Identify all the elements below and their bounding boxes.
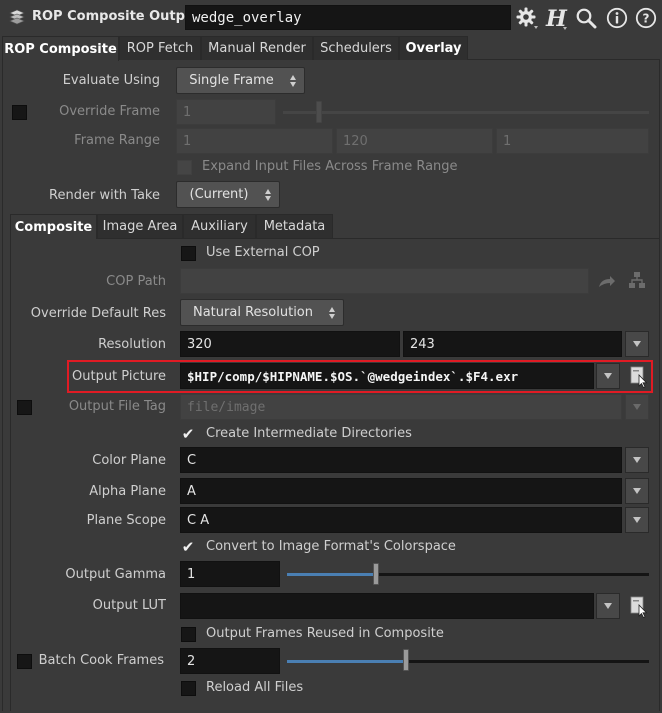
rop-node-icon [6,6,28,28]
color-plane-label: Color Plane [92,453,166,468]
expand-input-label: Expand Input Files Across Frame Range [202,159,458,174]
override-res-value: Natural Resolution [192,305,313,320]
output-lut-dropdown[interactable] [596,593,620,619]
frame-range-label: Frame Range [74,133,160,148]
tab-schedulers[interactable]: Schedulers [313,36,399,60]
alpha-plane-label: Alpha Plane [89,484,166,499]
render-with-take-value: (Current) [189,187,249,202]
convert-colorspace-checkbox[interactable]: ✔ [180,540,196,555]
override-res-menu[interactable]: Natural Resolution [180,299,344,326]
houdini-help-icon[interactable]: H [542,4,570,32]
frame-range-start[interactable]: 1 [176,128,333,154]
override-frame-slider-handle[interactable] [316,101,322,123]
output-gamma-slider-handle[interactable] [373,563,379,585]
create-dirs-label: Create Intermediate Directories [206,426,412,441]
help-icon[interactable]: ? [633,5,659,31]
create-dirs-checkbox[interactable]: ✔ [180,427,196,442]
node-chooser-icon[interactable] [624,268,650,294]
tab-image-area[interactable]: Image Area [97,214,183,238]
evaluate-using-label: Evaluate Using [62,73,160,88]
file-chooser-icon[interactable] [626,363,650,389]
chevron-down-icon [633,457,641,463]
override-frame-slider-track[interactable] [283,111,649,114]
batch-cook-label: Batch Cook Frames [38,653,164,668]
output-file-tag-label: Output File Tag [68,399,166,414]
cop-path-label: COP Path [106,274,166,289]
frames-reused-checkbox[interactable] [181,627,196,642]
frames-reused-label: Output Frames Reused in Composite [206,626,444,641]
batch-cook-slider-handle[interactable] [403,649,409,671]
batch-cook-field[interactable]: 2 [180,648,280,674]
render-with-take-label: Render with Take [49,188,160,203]
output-file-tag-field[interactable]: file/image [180,394,622,420]
expand-input-checkbox[interactable] [177,160,192,175]
tab-overlay[interactable]: Overlay [399,36,468,60]
chevron-down-icon [633,517,641,523]
updown-arrows-icon [286,74,300,87]
info-icon[interactable] [604,5,630,31]
tab-composite[interactable]: Composite [10,214,97,239]
tab-rop-fetch[interactable]: ROP Fetch [119,36,201,60]
output-picture-field[interactable]: $HIP/comp/$HIPNAME.$OS.`@wedgeindex`.$F4… [180,363,594,389]
resolution-label: Resolution [98,337,166,352]
frame-range-end[interactable]: 120 [336,128,493,154]
alpha-plane-dropdown[interactable] [625,478,649,504]
use-external-cop-label: Use External COP [206,245,320,260]
output-picture-dropdown[interactable] [596,363,620,389]
output-picture-label: Output Picture [72,369,166,384]
resolution-preset-dropdown[interactable] [625,331,649,357]
output-gamma-field[interactable]: 1 [180,561,280,587]
output-lut-label: Output LUT [92,598,166,613]
chevron-down-icon [633,488,641,494]
output-gamma-slider-fill [287,573,377,576]
reload-files-label: Reload All Files [206,680,304,695]
override-frame-label: Override Frame [59,104,160,119]
plane-scope-label: Plane Scope [86,513,166,528]
chevron-down-icon [604,603,612,609]
updown-arrows-icon [325,306,339,319]
output-gamma-label: Output Gamma [65,567,166,582]
jump-arrow-icon[interactable] [596,272,618,292]
evaluate-using-value: Single Frame [189,73,274,88]
alpha-plane-field[interactable]: A [180,478,622,504]
color-plane-field[interactable]: C [180,447,622,473]
reload-files-checkbox[interactable] [181,681,196,696]
file-chooser-icon[interactable] [626,593,650,619]
cop-path-field[interactable] [180,268,589,294]
frame-range-inc[interactable]: 1 [496,128,649,154]
search-icon[interactable] [573,5,599,31]
evaluate-using-menu[interactable]: Single Frame [176,67,305,94]
convert-colorspace-label: Convert to Image Format's Colorspace [206,539,456,554]
tab-metadata[interactable]: Metadata [256,214,333,238]
node-name-input[interactable]: wedge_overlay [185,5,511,30]
resolution-y-field[interactable]: 243 [403,331,622,357]
tab-rop-composite[interactable]: ROP Composite [2,36,119,61]
node-type-label: ROP Composite Output [32,9,201,24]
chevron-down-icon [633,404,641,410]
chevron-down-icon [633,341,641,347]
output-lut-field[interactable] [180,593,594,619]
plane-scope-dropdown[interactable] [625,507,649,533]
override-res-label: Override Default Res [30,306,166,321]
svg-text:?: ? [643,12,650,26]
gear-icon[interactable] [514,5,540,31]
batch-cook-slider-fill [287,660,407,663]
chevron-down-icon [604,373,612,379]
output-file-tag-dropdown[interactable] [625,394,649,420]
tab-auxiliary[interactable]: Auxiliary [183,214,256,238]
color-plane-dropdown[interactable] [625,447,649,473]
use-external-cop-checkbox[interactable] [181,246,196,261]
tab-manual-render[interactable]: Manual Render [201,36,313,60]
resolution-x-field[interactable]: 320 [180,331,400,357]
plane-scope-field[interactable]: C A [180,507,622,533]
updown-arrows-icon [261,188,275,201]
render-with-take-menu[interactable]: (Current) [176,181,280,208]
override-frame-field[interactable]: 1 [176,99,276,125]
